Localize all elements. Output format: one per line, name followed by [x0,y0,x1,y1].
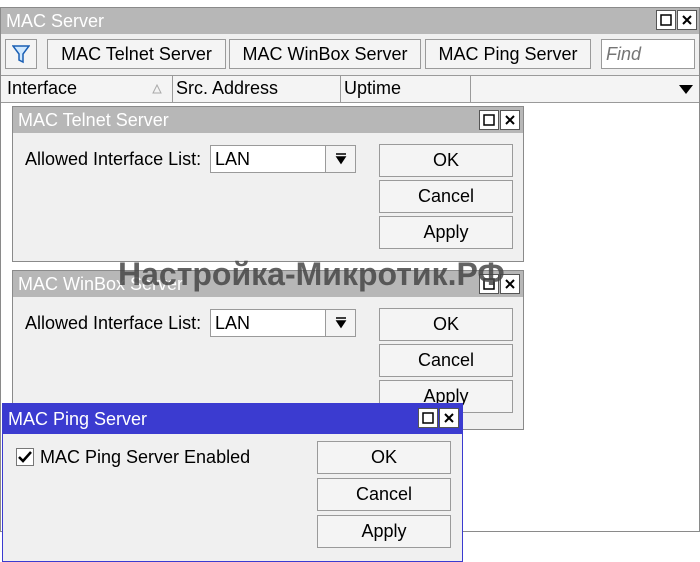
maximize-icon[interactable] [479,274,499,294]
mac-ping-server-button[interactable]: MAC Ping Server [425,39,591,69]
column-src-address[interactable]: Src. Address [173,76,341,102]
column-uptime-label: Uptime [344,78,402,98]
telnet-ok-button[interactable]: OK [379,144,513,177]
find-input[interactable] [601,39,695,69]
maximize-icon[interactable] [656,10,676,30]
window-title: MAC Server [6,11,105,31]
column-src-address-label: Src. Address [176,78,279,98]
telnet-interface-list-value: LAN [215,148,251,169]
filter-button[interactable] [5,39,37,69]
mac-winbox-server-button[interactable]: MAC WinBox Server [229,39,421,69]
column-uptime[interactable]: Uptime [341,76,471,102]
window-buttons [656,10,697,30]
winbox-interface-list-value: LAN [215,312,251,333]
mac-telnet-server-button[interactable]: MAC Telnet Server [47,39,226,69]
winbox-interface-list-select[interactable]: LAN [210,309,356,337]
close-icon[interactable] [439,408,459,428]
dropdown-arrow-icon[interactable] [325,310,355,336]
ping-enabled-label: MAC Ping Server Enabled [40,447,251,467]
winbox-title: MAC WinBox Server [18,274,184,294]
winbox-titlebar[interactable]: MAC WinBox Server [13,271,523,297]
ping-titlebar[interactable]: MAC Ping Server [3,404,462,434]
maximize-icon[interactable] [418,408,438,428]
maximize-icon[interactable] [479,110,499,130]
ping-enabled-checkbox[interactable] [16,448,34,466]
ping-apply-button[interactable]: Apply [317,515,451,548]
filter-icon [12,45,30,64]
column-menu-icon[interactable] [679,85,693,95]
mac-server-titlebar[interactable]: MAC Server [1,8,699,34]
table-header: Interface Src. Address Uptime [1,75,699,103]
telnet-interface-list-select[interactable]: LAN [210,145,356,173]
toolbar: MAC Telnet Server MAC WinBox Server MAC … [1,35,699,75]
column-interface-label: Interface [7,78,78,98]
winbox-cancel-button[interactable]: Cancel [379,344,513,377]
ping-title: MAC Ping Server [8,409,148,429]
checkmark-icon [18,451,32,463]
telnet-window-buttons [479,110,520,130]
close-icon[interactable] [500,274,520,294]
ping-cancel-button[interactable]: Cancel [317,478,451,511]
close-icon[interactable] [500,110,520,130]
close-icon[interactable] [677,10,697,30]
sort-asc-icon [152,84,162,94]
winbox-field-label: Allowed Interface List: [25,313,202,333]
dropdown-arrow-icon[interactable] [325,146,355,172]
telnet-field-label: Allowed Interface List: [25,149,202,169]
winbox-window-buttons [479,274,520,294]
ping-window-buttons [418,408,459,428]
mac-ping-server-dialog: MAC Ping Server MAC Ping Server Enabled … [2,403,463,562]
winbox-ok-button[interactable]: OK [379,308,513,341]
telnet-cancel-button[interactable]: Cancel [379,180,513,213]
telnet-titlebar[interactable]: MAC Telnet Server [13,107,523,133]
telnet-title: MAC Telnet Server [18,110,169,130]
ping-ok-button[interactable]: OK [317,441,451,474]
mac-telnet-server-dialog: MAC Telnet Server Allowed Interface List… [12,106,524,262]
column-interface[interactable]: Interface [1,76,173,102]
telnet-apply-button[interactable]: Apply [379,216,513,249]
